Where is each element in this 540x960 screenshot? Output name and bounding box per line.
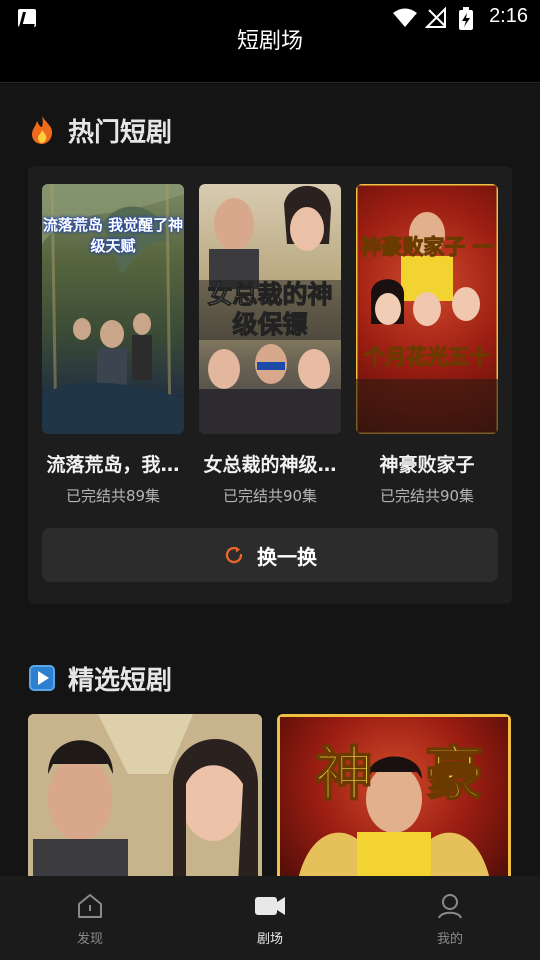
drama-episode-status: 已完结共89集 — [65, 487, 161, 505]
poster-title-text: 神豪败家子 一个月花光五十亿 — [356, 192, 498, 434]
drama-title[interactable]: 流落荒岛，我… — [42, 450, 184, 477]
drama-poster[interactable]: 流落荒岛 我觉醒了神级天赋 — [42, 184, 184, 434]
nav-item-theater[interactable]: 剧场 — [225, 892, 315, 947]
featured-drama-card[interactable]: 神 豪 — [277, 714, 511, 876]
drama-card[interactable]: 神豪败家子 一个月花光五十亿 神豪败家子 已完结共90集 — [356, 184, 498, 506]
svg-text:豪: 豪 — [425, 740, 483, 808]
main-content[interactable]: 热门短剧 流落荒岛 我觉醒了神级天赋 流落荒岛，我… 已完结共89集 女总裁的神… — [0, 84, 540, 876]
play-icon — [29, 665, 55, 691]
app-header: 短剧场 — [0, 29, 540, 83]
featured-section-title: 精选短剧 — [68, 665, 173, 696]
hot-section-header: 热门短剧 — [28, 112, 172, 148]
featured-drama-card[interactable] — [28, 714, 262, 876]
refresh-icon — [225, 546, 243, 564]
drama-episode-status: 已完结共90集 — [379, 487, 475, 505]
profile-icon — [438, 894, 462, 919]
drama-poster[interactable]: 女总裁的神级保镖 — [199, 184, 341, 434]
notification-icon — [18, 9, 36, 27]
hot-dramas-panel: 流落荒岛 我觉醒了神级天赋 流落荒岛，我… 已完结共89集 女总裁的神级保镖 女… — [28, 166, 512, 604]
nav-label-profile: 我的 — [436, 932, 463, 947]
drama-title[interactable]: 女总裁的神级… — [199, 450, 341, 477]
poster-title-text: 流落荒岛 我觉醒了神级天赋 — [42, 214, 184, 256]
drama-card[interactable]: 流落荒岛 我觉醒了神级天赋 流落荒岛，我… 已完结共89集 — [42, 184, 184, 506]
featured-poster-art: 神 豪 — [277, 714, 511, 876]
featured-poster-art — [28, 714, 262, 876]
nav-item-profile[interactable]: 我的 — [405, 892, 495, 947]
drama-card[interactable]: 女总裁的神级保镖 女总裁的神级… 已完结共90集 — [199, 184, 341, 506]
svg-text:神: 神 — [315, 740, 373, 808]
page-title: 短剧场 — [236, 29, 303, 54]
poster-caption: 神豪败家子 一个月花光五十亿 — [360, 235, 494, 370]
nav-label-theater: 剧场 — [256, 932, 283, 947]
clock: 2:16 — [489, 5, 528, 27]
hot-section-title: 热门短剧 — [68, 117, 173, 148]
nav-item-discover[interactable]: 发现 — [45, 892, 135, 947]
discover-icon — [78, 894, 102, 918]
poster-caption: 女总裁的神级保镖 — [207, 280, 333, 340]
wifi-icon — [393, 8, 417, 27]
battery-charging-icon — [459, 7, 473, 30]
refresh-button[interactable]: 换一换 — [42, 528, 498, 582]
drama-title[interactable]: 神豪败家子 — [356, 450, 498, 477]
fire-icon — [32, 116, 53, 144]
drama-poster[interactable]: 神豪败家子 一个月花光五十亿 — [356, 184, 498, 434]
refresh-button-label: 换一换 — [257, 544, 317, 569]
poster-title-text: 女总裁的神级保镖 — [199, 280, 341, 340]
poster-caption: 流落荒岛 我觉醒了神级天赋 — [42, 216, 184, 255]
bottom-nav: 发现 剧场 我的 — [0, 876, 540, 960]
drama-episode-status: 已完结共90集 — [222, 487, 318, 505]
video-icon — [255, 897, 285, 915]
nav-label-discover: 发现 — [76, 932, 103, 947]
featured-section-header: 精选短剧 — [28, 660, 172, 696]
no-signal-icon — [425, 7, 446, 28]
